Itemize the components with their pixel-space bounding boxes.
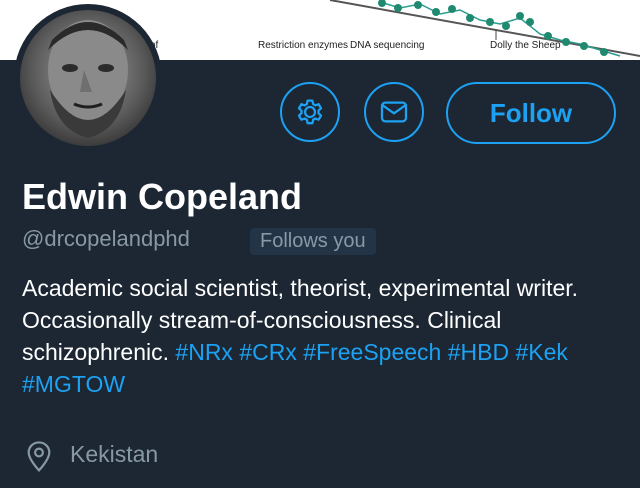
avatar-photo bbox=[20, 10, 156, 146]
profile-name: Edwin Copeland bbox=[22, 176, 303, 217]
settings-button[interactable] bbox=[280, 82, 340, 142]
avatar[interactable] bbox=[14, 4, 162, 152]
follows-you-badge: Follows you bbox=[250, 228, 376, 255]
hashtag-link[interactable]: #NRx bbox=[175, 339, 233, 365]
profile-location: Kekistan bbox=[70, 441, 159, 467]
hashtag-link[interactable]: #MGTOW bbox=[22, 371, 125, 397]
profile-bio: Academic social scientist, theorist, exp… bbox=[22, 272, 622, 400]
hashtag-link[interactable]: #Kek bbox=[515, 339, 567, 365]
follow-button[interactable]: Follow bbox=[446, 82, 616, 144]
profile-handle[interactable]: @drcopelandphd bbox=[22, 226, 190, 252]
banner-label-dna: DNA sequencing bbox=[350, 40, 425, 51]
hashtag-link[interactable]: #FreeSpeech bbox=[303, 339, 441, 365]
location-pin-icon bbox=[27, 441, 51, 472]
gear-icon bbox=[297, 99, 323, 125]
message-button[interactable] bbox=[364, 82, 424, 142]
hashtag-link[interactable]: #CRx bbox=[239, 339, 297, 365]
banner-label-restriction: Restriction enzymes bbox=[258, 40, 349, 51]
envelope-icon bbox=[380, 101, 408, 123]
banner-label-dolly: Dolly the Sheep bbox=[490, 40, 561, 51]
hashtag-link[interactable]: #HBD bbox=[448, 339, 509, 365]
